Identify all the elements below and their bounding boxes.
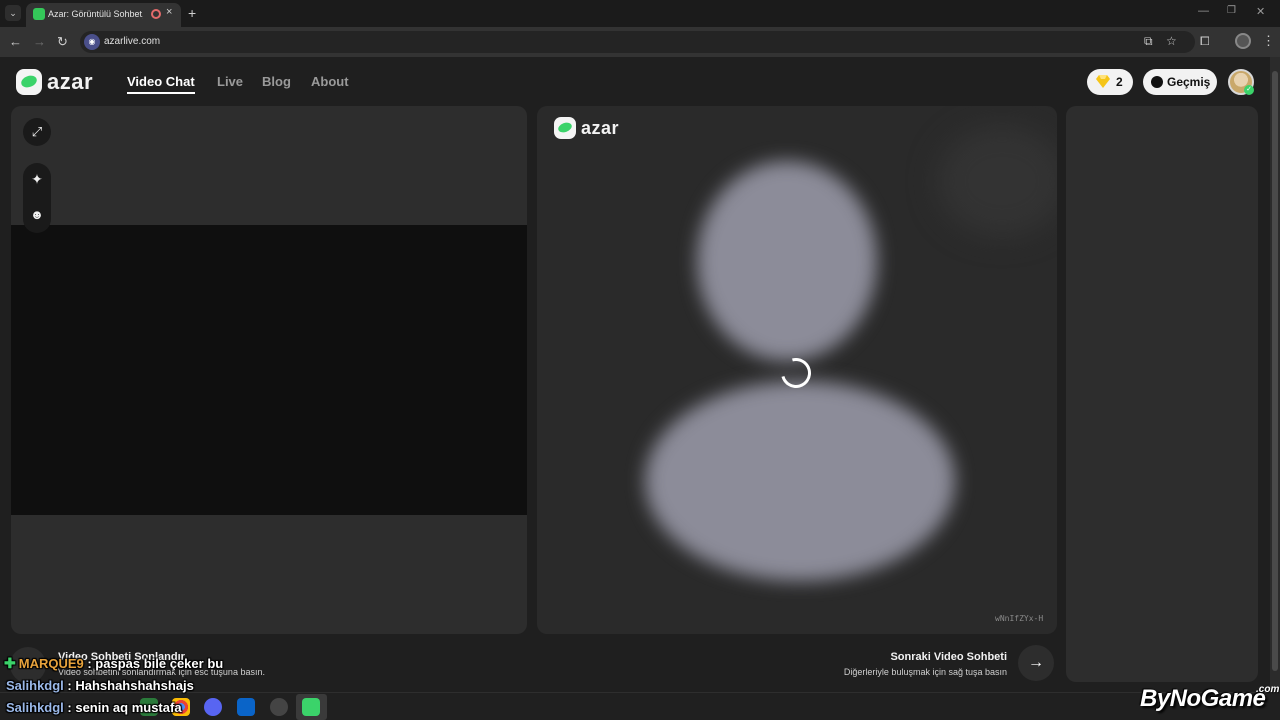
browser-toolbar: ← → ↻ ◉ azarlive.com ⧉ ☆ ⧠ <box>0 27 1280 57</box>
scrollbar-thumb[interactable] <box>1272 71 1278 671</box>
tab-search-button[interactable]: ⌄ <box>5 5 21 21</box>
azar-logo-icon <box>554 117 576 139</box>
cast-icon[interactable]: ⧉ <box>1144 34 1153 49</box>
history-label: Geçmiş <box>1167 75 1211 89</box>
side-panel <box>1066 106 1258 682</box>
reload-icon[interactable]: ↻ <box>57 34 68 50</box>
placeholder-head-shape <box>697 161 877 361</box>
chat-message: Salihkdgl : senin aq mustafa <box>6 700 182 715</box>
sparkle-icon[interactable]: ✦ <box>23 171 51 195</box>
chat-username: Salihkdgl <box>6 700 64 715</box>
extensions-icon[interactable]: ⧠ <box>1200 34 1210 49</box>
chat-message: ✚ MARQUE9 : paspas bile çeker bu <box>4 655 223 672</box>
discord-icon[interactable] <box>204 698 222 716</box>
azar-logo[interactable]: azar <box>16 69 93 95</box>
site-info-icon[interactable]: ◉ <box>84 34 100 50</box>
session-code: wNnIfZYx-H <box>995 614 1044 623</box>
chat-message: Salihkdgl : Hahshahshahshajs <box>6 678 194 693</box>
gem-icon <box>1096 75 1110 88</box>
history-button[interactable]: Geçmiş <box>1143 69 1217 95</box>
nav-blog[interactable]: Blog <box>262 74 291 89</box>
outlook-icon[interactable] <box>237 698 255 716</box>
next-chat-hint: Diğerleriyle buluşmak için sağ tuşa bası… <box>843 667 1007 677</box>
plus-icon: ✚ <box>4 655 16 671</box>
effects-toolbar: ✦ ☻ <box>23 163 51 233</box>
chat-text: : senin aq mustafa <box>63 700 182 715</box>
logo-text: azar <box>47 69 94 94</box>
back-icon[interactable]: ← <box>9 34 22 49</box>
minimize-icon[interactable]: — <box>1198 5 1209 17</box>
nav-about[interactable]: About <box>311 74 349 89</box>
taskbar-active-app[interactable] <box>296 694 327 720</box>
nav-video-chat[interactable]: Video Chat <box>127 74 195 94</box>
partner-video-panel: azar wNnIfZYx-H <box>537 106 1057 634</box>
close-tab-button[interactable]: × <box>166 6 172 18</box>
chat-text: : Hahshahshahshajs <box>63 678 194 693</box>
address-bar[interactable]: ◉ azarlive.com ⧉ ☆ <box>80 31 1195 53</box>
window-close-icon[interactable]: ✕ <box>1256 5 1265 18</box>
gem-count: 2 <box>1116 75 1123 89</box>
azar-logo-icon <box>16 69 42 95</box>
browser-tab-bar: ⌄ Azar: Görüntülü Sohbet, Ar × + — ❐ ✕ <box>0 0 1280 27</box>
recording-icon <box>151 9 161 19</box>
expand-icon[interactable]: ⤢ <box>23 118 51 146</box>
next-chat-title: Sonraki Video Sohbeti <box>890 651 1007 663</box>
azar-favicon-icon <box>33 8 45 20</box>
logo-text: azar <box>581 117 620 138</box>
stream-watermark-suffix: .com <box>1256 684 1280 695</box>
restore-icon[interactable]: ❐ <box>1227 5 1236 16</box>
azar-page: azar Video Chat Live Blog About 2 Geçmiş… <box>0 57 1270 692</box>
gems-button[interactable]: 2 <box>1087 69 1133 95</box>
self-camera-panel: ⤢ ✦ ☻ <box>11 106 527 634</box>
forward-icon[interactable]: → <box>33 34 46 49</box>
self-video-feed <box>11 225 527 515</box>
obs-icon[interactable] <box>270 698 288 716</box>
placeholder-body-shape <box>645 381 955 581</box>
chat-text: : paspas bile çeker bu <box>83 656 224 671</box>
chat-username: MARQUE9 <box>18 656 84 671</box>
nav-live[interactable]: Live <box>217 74 243 89</box>
taskbar <box>0 692 1280 720</box>
browser-profile-icon[interactable] <box>1235 33 1251 49</box>
azar-app-icon <box>302 698 320 716</box>
stream-watermark: ByNoGame <box>1140 685 1266 712</box>
arrow-right-icon[interactable]: → <box>1018 645 1054 681</box>
history-icon <box>1151 76 1163 88</box>
tab-title: Azar: Görüntülü Sohbet, Ar <box>48 9 143 19</box>
url-text[interactable]: azarlive.com <box>104 36 160 47</box>
avatar-status-badge: ✓ <box>1244 85 1254 95</box>
browser-menu-icon[interactable]: ⋮ <box>1262 33 1275 49</box>
chat-username: Salihkdgl <box>6 678 64 693</box>
blurred-background <box>937 126 1057 236</box>
face-icon[interactable]: ☻ <box>23 207 51 231</box>
bookmark-star-icon[interactable]: ☆ <box>1166 34 1177 48</box>
partner-azar-logo: azar <box>554 117 619 139</box>
new-tab-button[interactable]: + <box>188 5 196 21</box>
page-scrollbar[interactable] <box>1270 57 1280 692</box>
browser-tab[interactable]: Azar: Görüntülü Sohbet, Ar × <box>26 3 181 27</box>
